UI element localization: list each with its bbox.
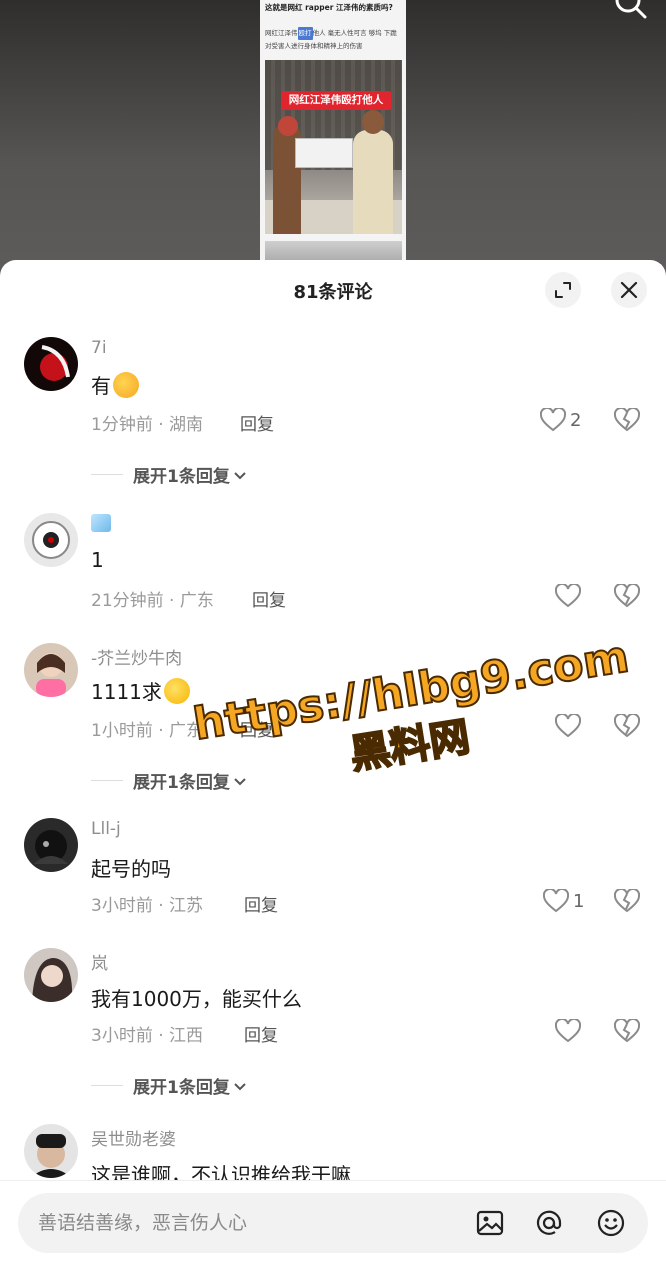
expand-replies[interactable]: 展开1条回复 <box>91 768 248 793</box>
comment-username[interactable] <box>91 514 111 535</box>
comment-meta: 21分钟前 · 广东 <box>91 591 214 611</box>
avatar[interactable] <box>24 337 78 391</box>
emoji-button[interactable] <box>594 1206 628 1240</box>
avatar[interactable] <box>24 513 78 567</box>
broken-heart-icon <box>613 887 641 913</box>
comment-item: 1 21分钟前 · 广东 回复 <box>0 513 666 613</box>
at-icon <box>536 1210 562 1235</box>
mention-button[interactable] <box>532 1206 566 1240</box>
reply-button[interactable]: 回复 <box>244 891 278 916</box>
comment-meta: 1分钟前 · 湖南 <box>91 415 204 435</box>
comment-text: 我有1000万，能买什么 <box>91 987 302 1011</box>
heart-icon <box>540 408 566 432</box>
dislike-button[interactable] <box>613 406 641 436</box>
comment-input-container <box>18 1193 648 1253</box>
comment-item: 岚 我有1000万，能买什么 3小时前 · 江西 回复 展开1条回复 <box>0 948 666 1098</box>
close-button[interactable] <box>611 272 647 308</box>
like-count: 2 <box>570 409 582 431</box>
close-icon <box>620 281 638 299</box>
article-banner: 网红江泽伟殴打他人 <box>281 91 391 110</box>
chevron-down-icon <box>234 777 246 785</box>
comment-item: Lll-j 起号的吗 3小时前 · 江苏 回复 1 <box>0 818 666 918</box>
comment-username[interactable]: 岚 <box>91 949 108 974</box>
video-article-preview[interactable]: 这就是网红 rapper 江泽伟的素质吗? 网红江泽伟殴打他人 毫无人性可言 够… <box>260 0 406 272</box>
broken-heart-icon <box>613 712 641 738</box>
reply-button[interactable]: 回复 <box>252 586 286 611</box>
comment-username[interactable]: Lll-j <box>91 819 121 839</box>
dislike-button[interactable] <box>613 582 641 612</box>
article-photo: 网红江泽伟殴打他人 <box>265 60 402 234</box>
comment-item: 7i 有 1分钟前 · 湖南 回复 2 展开1条回复 <box>0 337 666 487</box>
expand-icon <box>555 282 571 298</box>
comment-meta: 3小时前 · 江苏 <box>91 896 204 916</box>
expand-button[interactable] <box>545 272 581 308</box>
dislike-button[interactable] <box>613 1017 641 1047</box>
expand-replies[interactable]: 展开1条回复 <box>91 1073 248 1098</box>
comment-username[interactable]: 吴世勋老婆 <box>91 1125 176 1150</box>
like-button[interactable]: 1 <box>543 889 584 913</box>
like-button[interactable]: 2 <box>540 408 581 432</box>
smiley-icon <box>597 1209 625 1237</box>
comment-text: 起号的吗 <box>91 857 171 881</box>
chevron-down-icon <box>234 1082 246 1090</box>
avatar[interactable] <box>24 643 78 697</box>
expand-replies[interactable]: 展开1条回复 <box>91 462 248 487</box>
image-icon <box>476 1210 504 1236</box>
sheet-header: 81条评论 <box>0 260 666 320</box>
broken-heart-icon <box>613 1017 641 1043</box>
comment-text: 1 <box>91 548 104 572</box>
grin-emoji-icon <box>163 678 190 704</box>
comment-username[interactable]: 7i <box>91 338 107 358</box>
broken-heart-icon <box>613 582 641 608</box>
search-icon[interactable] <box>614 0 648 20</box>
comment-text: 有 <box>91 370 139 399</box>
comment-input[interactable] <box>38 1193 458 1253</box>
like-button[interactable] <box>555 714 581 738</box>
comment-text: 1111求 <box>91 676 190 705</box>
like-button[interactable] <box>555 1019 581 1043</box>
comment-sheet: 81条评论 7i 有 1分钟前 · 湖南 回复 2 展开1条回复 1 21分钟前… <box>0 260 666 1280</box>
broken-heart-icon <box>613 406 641 432</box>
like-button[interactable] <box>555 584 581 608</box>
hug-emoji-icon <box>113 372 139 398</box>
comment-username[interactable]: -芥兰炒牛肉 <box>91 644 182 669</box>
image-button[interactable] <box>473 1206 507 1240</box>
heart-icon <box>555 1019 581 1043</box>
article-text: 网红江泽伟殴打他人 毫无人性可言 够坞 下跪 对受害人进行身体和精神上的伤害 <box>265 27 397 50</box>
reply-button[interactable]: 回复 <box>240 716 274 741</box>
article-title: 这就是网红 rapper 江泽伟的素质吗? <box>265 3 393 12</box>
heart-icon <box>555 714 581 738</box>
reply-button[interactable]: 回复 <box>240 410 274 435</box>
comment-input-bar <box>0 1180 666 1280</box>
comment-item: -芥兰炒牛肉 1111求 1小时前 · 广东 回复 展开1条回复 <box>0 643 666 793</box>
comment-meta: 3小时前 · 江西 <box>91 1026 204 1046</box>
like-count: 1 <box>573 890 585 912</box>
avatar[interactable] <box>24 948 78 1002</box>
heart-icon <box>543 889 569 913</box>
reply-button[interactable]: 回复 <box>244 1021 278 1046</box>
comment-meta: 1小时前 · 广东 <box>91 721 204 741</box>
heart-icon <box>555 584 581 608</box>
dislike-button[interactable] <box>613 887 641 917</box>
dislike-button[interactable] <box>613 712 641 742</box>
avatar[interactable] <box>24 1124 78 1178</box>
chevron-down-icon <box>234 471 246 479</box>
avatar[interactable] <box>24 818 78 872</box>
ice-cube-icon <box>91 514 111 532</box>
